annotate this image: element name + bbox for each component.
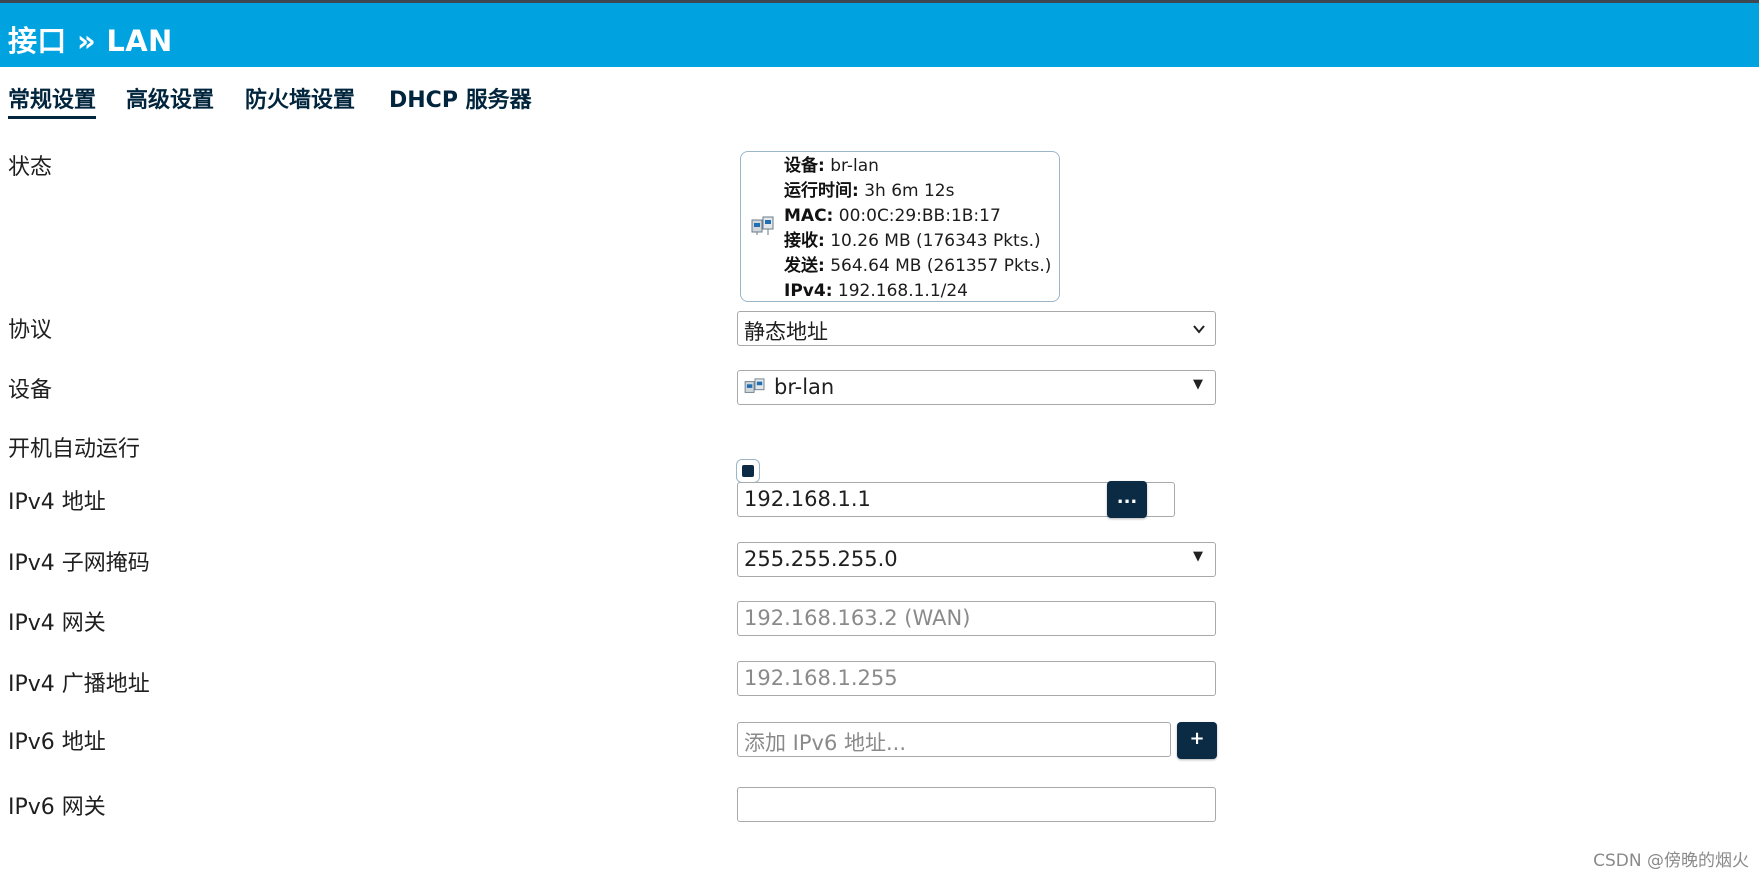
- ipv4-gateway-input[interactable]: 192.168.163.2 (WAN): [737, 601, 1216, 636]
- ipv6-gateway-label: IPv6 网关: [8, 795, 106, 820]
- network-interface-icon: [751, 216, 774, 235]
- ipv4-gateway-placeholder: 192.168.163.2 (WAN): [744, 606, 971, 630]
- device-dropdown-value: br-lan: [774, 375, 835, 399]
- device-label: 设备: [8, 378, 53, 403]
- ipv4-broadcast-input[interactable]: 192.168.1.255: [737, 661, 1216, 696]
- status-panel: 设备: br-lan 运行时间: 3h 6m 12s MAC: 00:0C:29…: [740, 151, 1060, 302]
- status-label: 状态: [8, 155, 53, 180]
- ipv4-netmask-label: IPv4 子网掩码: [8, 551, 150, 576]
- chevron-down-icon: [1193, 325, 1205, 334]
- status-line-rx: 接收: 10.26 MB (176343 Pkts.): [784, 231, 1041, 251]
- checkbox-checked-mark: [742, 465, 754, 477]
- status-line-ipv4: IPv4: 192.168.1.1/24: [784, 281, 969, 301]
- ipv6-gateway-input[interactable]: [737, 787, 1216, 822]
- watermark: CSDN @傍晚的烟火: [1593, 851, 1749, 871]
- ipv6-address-label: IPv6 地址: [8, 730, 106, 755]
- ipv4-netmask-dropdown[interactable]: 255.255.255.0 ▼: [737, 542, 1216, 577]
- tab-dhcp-server[interactable]: DHCP 服务器: [389, 82, 532, 114]
- ipv6-address-placeholder: 添加 IPv6 地址...: [744, 731, 907, 755]
- tab-advanced-settings[interactable]: 高级设置: [126, 82, 214, 114]
- network-interface-icon: [744, 378, 765, 393]
- ipv4-address-more-button[interactable]: ...: [1107, 481, 1147, 518]
- ipv6-address-input[interactable]: 添加 IPv6 地址...: [737, 722, 1171, 757]
- ipv4-broadcast-placeholder: 192.168.1.255: [744, 666, 898, 690]
- status-line-tx: 发送: 564.64 MB (261357 Pkts.): [784, 256, 1052, 276]
- status-line-device: 设备: br-lan: [784, 156, 879, 176]
- autostart-label: 开机自动运行: [8, 437, 141, 462]
- ipv4-address-value: 192.168.1.1: [744, 487, 871, 511]
- status-line-uptime: 运行时间: 3h 6m 12s: [784, 181, 955, 201]
- ipv4-netmask-value: 255.255.255.0: [744, 547, 898, 571]
- ipv4-address-label: IPv4 地址: [8, 490, 106, 515]
- status-details: 设备: br-lan 运行时间: 3h 6m 12s MAC: 00:0C:29…: [784, 154, 1051, 304]
- ipv4-gateway-label: IPv4 网关: [8, 611, 106, 636]
- tab-general-settings[interactable]: 常规设置: [8, 82, 97, 119]
- page-title: 接口 » LAN: [8, 24, 173, 58]
- caret-down-icon: ▼: [1193, 377, 1203, 392]
- autostart-checkbox[interactable]: [736, 459, 760, 483]
- add-ipv6-address-button[interactable]: +: [1177, 722, 1217, 759]
- caret-down-icon: ▼: [1193, 549, 1203, 564]
- protocol-select[interactable]: 静态地址: [737, 311, 1216, 346]
- ipv4-broadcast-label: IPv4 广播地址: [8, 672, 150, 697]
- protocol-select-value: 静态地址: [744, 320, 828, 344]
- protocol-label: 协议: [8, 318, 53, 343]
- tab-firewall-settings[interactable]: 防火墙设置: [245, 82, 355, 114]
- device-dropdown[interactable]: br-lan ▼: [737, 370, 1216, 405]
- status-line-mac: MAC: 00:0C:29:BB:1B:17: [784, 206, 1001, 226]
- page-header: 接口 » LAN: [0, 3, 1759, 67]
